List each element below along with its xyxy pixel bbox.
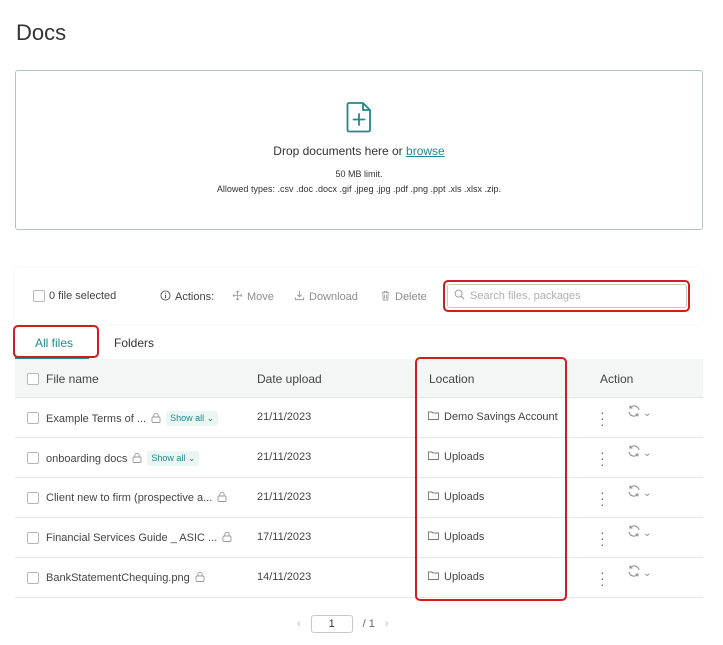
page-title: Docs — [16, 20, 67, 45]
sync-menu[interactable]: ⌄ — [627, 444, 651, 463]
sync-icon — [627, 484, 641, 503]
pagination: ‹ 1 / 1 › — [297, 615, 389, 633]
delete-button[interactable]: Delete — [380, 290, 427, 304]
upload-dropzone[interactable]: Drop documents here or browse 50 MB limi… — [15, 70, 703, 230]
file-name[interactable]: BankStatementChequing.png — [46, 572, 190, 584]
row-checkbox[interactable] — [27, 452, 39, 464]
chevron-down-icon: ⌄ — [643, 488, 652, 499]
sync-icon — [627, 444, 641, 463]
highlight-search — [443, 280, 690, 312]
row-checkbox[interactable] — [27, 492, 39, 504]
file-name[interactable]: Example Terms of ... — [46, 413, 146, 425]
upload-size-limit: 50 MB limit. — [335, 169, 383, 179]
table-row[interactable]: Client new to firm (prospective a... 21/… — [15, 478, 703, 518]
table-row[interactable]: Example Terms of ... Show all ⌄ 21/11/20… — [15, 398, 703, 438]
next-page-icon[interactable]: › — [385, 618, 389, 630]
move-icon — [232, 290, 243, 304]
chevron-down-icon: ⌄ — [643, 408, 652, 419]
lock-icon — [222, 531, 232, 545]
prev-page-icon[interactable]: ‹ — [297, 618, 301, 630]
sync-menu[interactable]: ⌄ — [627, 564, 651, 583]
row-checkbox[interactable] — [27, 412, 39, 424]
upload-date: 17/11/2023 — [257, 531, 312, 543]
upload-prompt: Drop documents here or browse — [273, 144, 445, 158]
select-all-control[interactable]: 0 file selected — [33, 290, 116, 302]
move-button[interactable]: Move — [232, 290, 274, 304]
lock-icon — [195, 571, 205, 585]
upload-date: 21/11/2023 — [257, 451, 312, 463]
selected-count: 0 file selected — [49, 290, 117, 302]
download-icon — [294, 290, 305, 304]
table-row[interactable]: onboarding docs Show all ⌄ 21/11/2023 Up… — [15, 438, 703, 478]
sync-icon — [627, 404, 641, 423]
page-total: / 1 — [362, 618, 375, 630]
tab-folders[interactable]: Folders — [114, 336, 154, 350]
table-row[interactable]: Financial Services Guide _ ASIC ... 17/1… — [15, 518, 703, 558]
table-row[interactable]: BankStatementChequing.png 14/11/2023 Upl… — [15, 558, 703, 598]
download-button[interactable]: Download — [294, 290, 358, 304]
more-options-icon[interactable]: · · · — [600, 565, 606, 591]
chevron-down-icon: ⌄ — [643, 448, 652, 459]
file-name[interactable]: onboarding docs — [46, 453, 127, 465]
sync-icon — [627, 524, 641, 543]
upload-date: 21/11/2023 — [257, 491, 312, 503]
chevron-down-icon: ⌄ — [206, 413, 215, 423]
file-name[interactable]: Financial Services Guide _ ASIC ... — [46, 532, 217, 544]
sync-menu[interactable]: ⌄ — [627, 404, 651, 423]
info-icon — [160, 290, 171, 304]
more-options-icon[interactable]: · · · — [600, 405, 606, 431]
chevron-down-icon: ⌄ — [643, 568, 652, 579]
lock-icon — [132, 452, 142, 466]
more-options-icon[interactable]: · · · — [600, 525, 606, 551]
add-file-icon — [345, 101, 373, 133]
browse-link[interactable]: browse — [406, 144, 445, 158]
file-name[interactable]: Client new to firm (prospective a... — [46, 492, 212, 504]
table-header: File name Date upload Location Action — [15, 359, 703, 398]
select-all-checkbox[interactable] — [33, 290, 45, 302]
more-options-icon[interactable]: · · · — [600, 485, 606, 511]
more-options-icon[interactable]: · · · — [600, 445, 606, 471]
chevron-down-icon: ⌄ — [187, 453, 196, 463]
trash-icon — [380, 290, 391, 304]
show-all-button[interactable]: Show all ⌄ — [166, 411, 219, 426]
highlight-location-column — [415, 357, 567, 601]
sync-menu[interactable]: ⌄ — [627, 524, 651, 543]
upload-date: 21/11/2023 — [257, 411, 312, 423]
chevron-down-icon: ⌄ — [643, 528, 652, 539]
lock-icon — [217, 491, 227, 505]
actions-label: Actions: — [160, 290, 214, 304]
column-file-name[interactable]: File name — [46, 372, 99, 386]
upload-allowed-types: Allowed types: .csv .doc .docx .gif .jpe… — [216, 184, 502, 194]
show-all-button[interactable]: Show all ⌄ — [147, 451, 200, 466]
upload-date: 14/11/2023 — [257, 571, 312, 583]
column-date-upload[interactable]: Date upload — [257, 372, 322, 386]
column-action: Action — [600, 372, 634, 386]
tab-bar: All files Folders — [15, 330, 703, 360]
row-checkbox[interactable] — [27, 532, 39, 544]
sync-menu[interactable]: ⌄ — [627, 484, 651, 503]
lock-icon — [151, 412, 161, 426]
header-checkbox[interactable] — [27, 373, 39, 385]
sync-icon — [627, 564, 641, 583]
highlight-all-files-tab — [13, 325, 99, 358]
page-number-input[interactable]: 1 — [310, 615, 353, 633]
row-checkbox[interactable] — [27, 572, 39, 584]
